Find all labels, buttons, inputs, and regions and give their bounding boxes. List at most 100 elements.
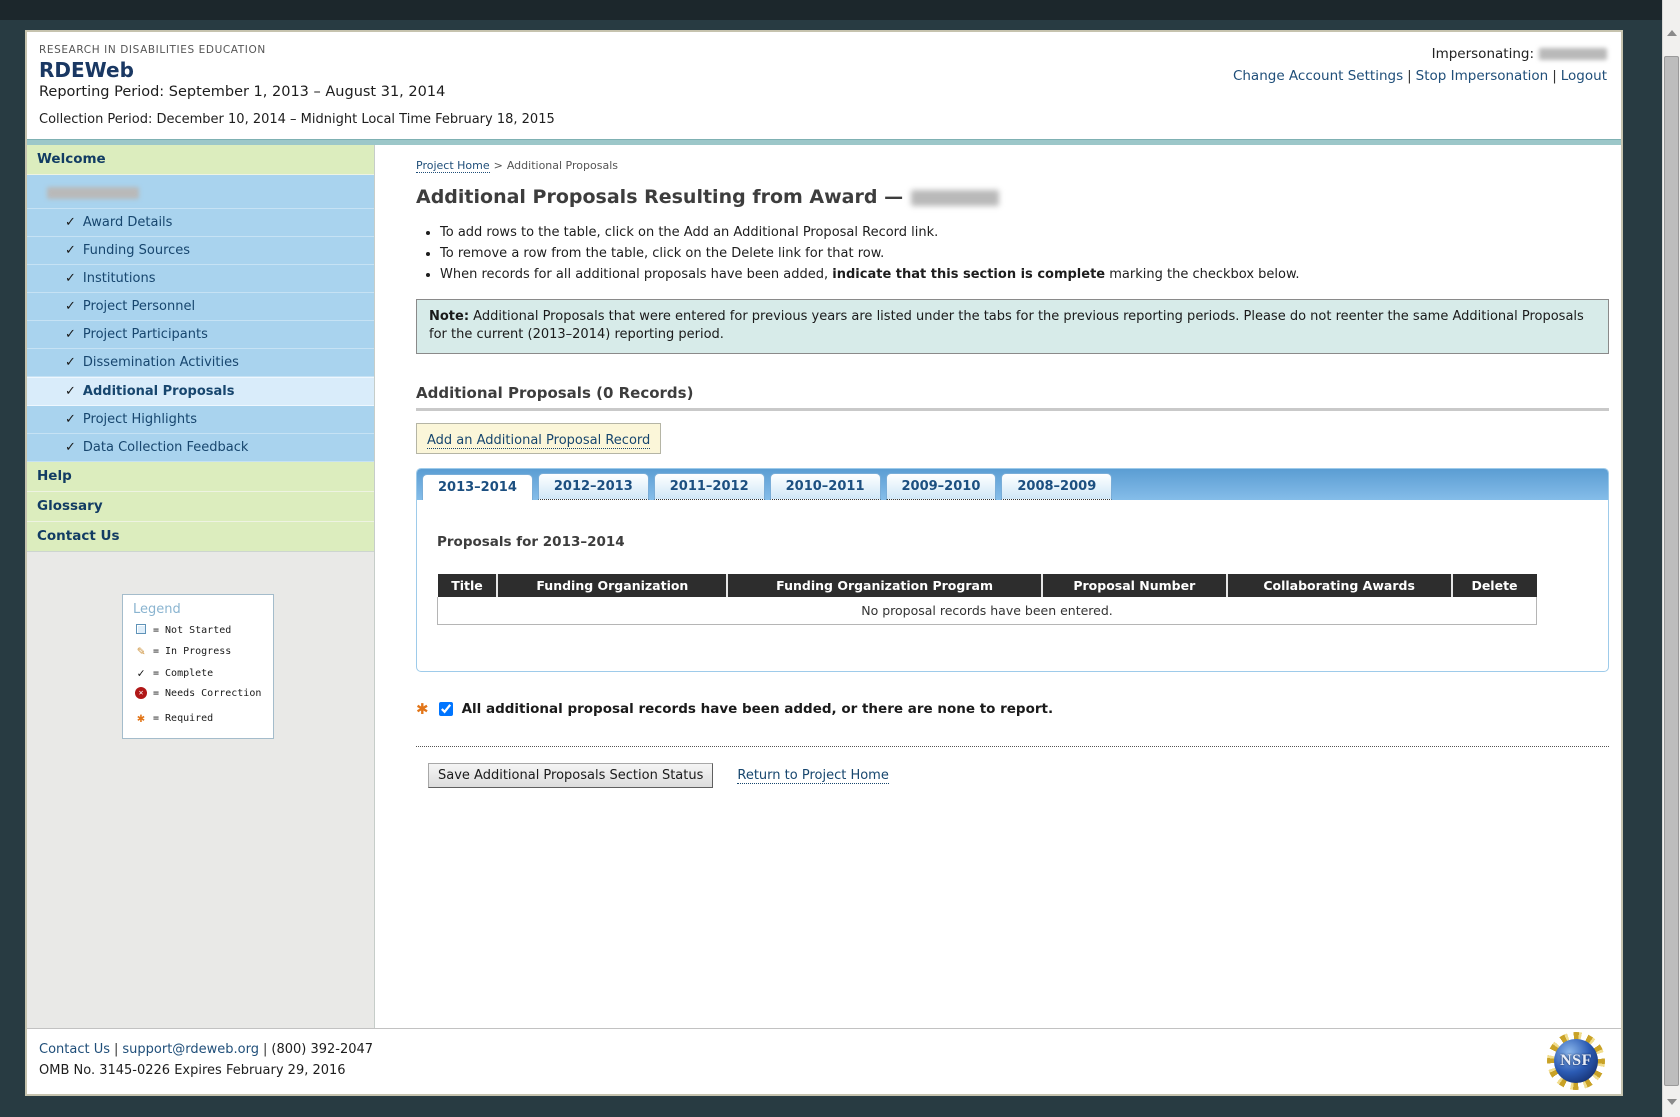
sidebar-item-welcome[interactable]: Welcome [27, 145, 374, 175]
section-heading: Additional Proposals (0 Records) [416, 384, 1609, 402]
logout-link[interactable]: Logout [1561, 68, 1607, 84]
sidebar-item-dissemination-activities[interactable]: ✓ Dissemination Activities [27, 349, 374, 377]
complete-check-icon: ✓ [65, 440, 76, 455]
nsf-logo: NSF [1547, 1032, 1605, 1090]
sidebar-item-help[interactable]: Help [27, 462, 374, 492]
column-funding-organization-program: Funding Organization Program [727, 574, 1042, 597]
sidebar: Welcome ✓Award Details ✓Funding Sources … [27, 145, 375, 1028]
column-collaborating-awards: Collaborating Awards [1227, 574, 1452, 597]
complete-check-icon: ✓ [65, 299, 76, 314]
footer-contact-us-link[interactable]: Contact Us [39, 1042, 110, 1057]
tab-2012-2013[interactable]: 2012–2013 [538, 473, 649, 500]
sidebar-item-funding-sources[interactable]: ✓Funding Sources [27, 237, 374, 265]
note-label: Note: [429, 309, 469, 324]
complete-check-icon: ✓ [65, 384, 76, 399]
footer-contact-line: Contact Us|support@rdeweb.org|(800) 392-… [39, 1039, 1607, 1060]
sidebar-item-project-highlights[interactable]: ✓Project Highlights [27, 406, 374, 434]
action-row: Save Additional Proposals Section Status… [428, 763, 1609, 788]
legend-label: Needs Correction [165, 688, 261, 699]
change-account-settings-link[interactable]: Change Account Settings [1233, 68, 1403, 84]
sidebar-item-project-personnel[interactable]: ✓Project Personnel [27, 293, 374, 321]
section-complete-label: All additional proposal records have bee… [462, 701, 1054, 717]
instruction-item: To remove a row from the table, click on… [440, 245, 1609, 264]
required-asterisk-icon: ✱ [416, 700, 429, 718]
save-section-status-button[interactable]: Save Additional Proposals Section Status [428, 763, 713, 788]
empty-table-message: No proposal records have been entered. [438, 597, 1537, 625]
scrollbar[interactable] [1662, 0, 1680, 1117]
sidebar-item-project-participants[interactable]: ✓Project Participants [27, 321, 374, 349]
instruction-item: When records for all additional proposal… [440, 266, 1609, 285]
column-funding-organization: Funding Organization [497, 574, 727, 597]
tab-2010-2011[interactable]: 2010–2011 [770, 473, 881, 500]
legend-item-in-progress: ✎ = In Progress [133, 644, 263, 659]
check-icon: ✓ [133, 666, 149, 680]
sidebar-item-label: Institutions [83, 271, 156, 286]
dotted-divider [416, 746, 1609, 747]
impersonating-line: Impersonating: [1233, 46, 1607, 62]
sidebar-item-award-details[interactable]: ✓ Award Details [27, 209, 374, 237]
sidebar-item-label: Dissemination Activities [83, 355, 239, 370]
complete-check-icon: ✓ [65, 271, 76, 286]
sidebar-item-glossary[interactable]: Glossary [27, 492, 374, 522]
page-header: RESEARCH IN DISABILITIES EDUCATION RDEWe… [27, 32, 1621, 139]
sidebar-item-contact-us[interactable]: Contact Us [27, 522, 374, 552]
legend-label: Complete [165, 668, 213, 679]
column-title: Title [438, 574, 498, 597]
scrollbar-down-arrow[interactable] [1667, 1099, 1677, 1105]
user-bar: Impersonating: Change Account Settings|S… [1233, 44, 1607, 127]
required-asterisk-icon: ✱ [133, 711, 149, 726]
return-to-project-home-link[interactable]: Return to Project Home [737, 768, 888, 784]
tab-panel: Proposals for 2013–2014 Title Funding Or… [417, 500, 1608, 671]
footer-email-link[interactable]: support@rdeweb.org [122, 1042, 259, 1057]
scrollbar-up-arrow[interactable] [1667, 30, 1677, 36]
add-record-box: Add an Additional Proposal Record [416, 423, 661, 454]
tab-2013-2014[interactable]: 2013–2014 [422, 474, 533, 500]
separator: | [1552, 68, 1557, 84]
header-branding: RESEARCH IN DISABILITIES EDUCATION RDEWe… [39, 44, 555, 127]
legend-label: In Progress [165, 646, 231, 657]
legend-box: Legend = Not Started ✎ = In Progress ✓ = [122, 594, 274, 739]
breadcrumb: Project Home>Additional Proposals [416, 159, 1609, 172]
tab-strip: 2013–2014 2012–2013 2011–2012 2010–2011 … [417, 469, 1608, 500]
redacted-award-number [911, 190, 999, 206]
page-footer: Contact Us|support@rdeweb.org|(800) 392-… [27, 1028, 1621, 1094]
table-row: No proposal records have been entered. [438, 597, 1537, 625]
sidebar-item-additional-proposals[interactable]: ✓ Additional Proposals [27, 377, 374, 406]
table-header-row: Title Funding Organization Funding Organ… [438, 574, 1537, 597]
complete-check-icon: ✓ [65, 355, 76, 370]
sidebar-item-data-collection-feedback[interactable]: ✓ Data Collection Feedback [27, 434, 374, 462]
sidebar-item-label: Award Details [83, 215, 173, 230]
complete-check-icon: ✓ [65, 215, 76, 230]
separator: | [1407, 68, 1412, 84]
redacted-impersonated-user [1539, 48, 1607, 60]
sidebar-item-award-number[interactable] [27, 175, 374, 209]
reporting-period-tabs-widget: 2013–2014 2012–2013 2011–2012 2010–2011 … [416, 468, 1609, 672]
tab-2008-2009[interactable]: 2008–2009 [1001, 473, 1112, 500]
stop-impersonation-link[interactable]: Stop Impersonation [1416, 68, 1549, 84]
sidebar-item-institutions[interactable]: ✓ Institutions [27, 265, 374, 293]
program-eyebrow: RESEARCH IN DISABILITIES EDUCATION [39, 44, 555, 56]
legend-label: Required [165, 713, 213, 724]
breadcrumb-project-home-link[interactable]: Project Home [416, 159, 490, 173]
legend-label: Not Started [165, 625, 231, 636]
footer-phone: (800) 392-2047 [271, 1042, 373, 1057]
column-proposal-number: Proposal Number [1042, 574, 1227, 597]
legend-title: Legend [133, 602, 263, 617]
proposals-table: Title Funding Organization Funding Organ… [437, 574, 1537, 625]
breadcrumb-current: Additional Proposals [507, 159, 618, 172]
tab-2009-2010[interactable]: 2009–2010 [886, 473, 997, 500]
nsf-globe-icon: NSF [1554, 1039, 1598, 1083]
tab-2011-2012[interactable]: 2011–2012 [654, 473, 765, 500]
add-additional-proposal-record-link[interactable]: Add an Additional Proposal Record [427, 433, 650, 449]
pencil-icon: ✎ [133, 644, 149, 659]
note-text: Additional Proposals that were entered f… [429, 309, 1584, 343]
section-complete-checkbox[interactable] [439, 702, 453, 716]
sidebar-item-label: Additional Proposals [83, 384, 235, 399]
sidebar-item-label: Project Highlights [83, 412, 197, 427]
instruction-item: To add rows to the table, click on the A… [440, 224, 1609, 243]
section-rule [416, 408, 1609, 411]
column-delete: Delete [1452, 574, 1537, 597]
scrollbar-thumb[interactable] [1664, 56, 1679, 1086]
sidebar-item-label: Data Collection Feedback [83, 440, 249, 455]
page-card: RESEARCH IN DISABILITIES EDUCATION RDEWe… [25, 30, 1623, 1096]
